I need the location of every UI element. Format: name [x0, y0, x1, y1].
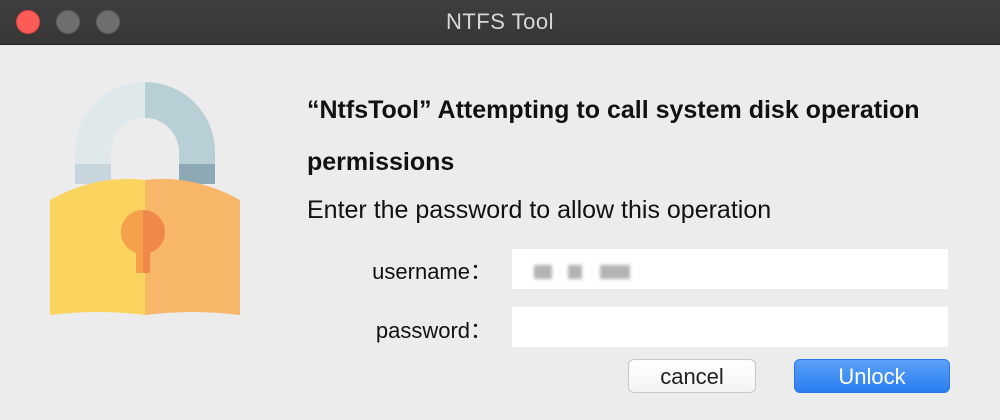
password-label: password：	[375, 318, 492, 343]
ntfs-tool-dialog: NTFS Tool “NtfsTool” Attempting to call …	[0, 0, 1000, 420]
permission-headline: “NtfsTool” Attempting to call system dis…	[307, 96, 920, 176]
redacted-username	[534, 265, 552, 279]
window-title: NTFS Tool	[445, 9, 554, 34]
password-prompt: Enter the password to allow this operati…	[307, 196, 772, 224]
unlock-button[interactable]: Unlock	[794, 359, 950, 393]
redacted-username	[568, 265, 582, 279]
password-field[interactable]	[512, 307, 948, 347]
username-label: username：	[372, 259, 492, 284]
cancel-button[interactable]: cancel	[628, 359, 756, 393]
redacted-username	[600, 265, 630, 279]
title-bar[interactable]: NTFS Tool	[0, 0, 1000, 45]
padlock-icon	[50, 82, 240, 317]
